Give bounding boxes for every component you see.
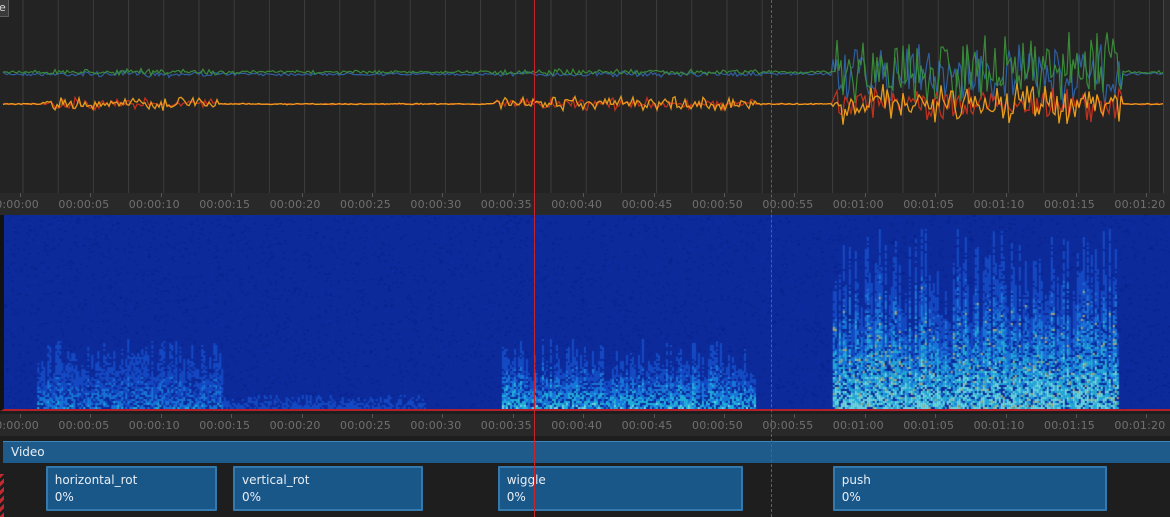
ruler-tick [372,414,373,418]
ruler-tick-label: 00:00:55 [762,419,814,432]
ruler-tick-label: 00:00:15 [199,419,251,432]
ruler-tick-label: 00:01:00 [832,198,884,211]
ruler-tick [935,414,937,418]
spectrogram-panel[interactable] [0,215,1170,411]
ruler-tick [90,414,92,418]
ruler-tick [583,193,585,197]
ruler-tick-label: 00:01:15 [1044,198,1096,211]
ruler-tick [301,193,303,197]
waveform-plot [2,0,1164,193]
audio-timeline-editor: e 00:00:0000:00:0500:00:1000:00:1500:00:… [0,0,1170,517]
ruler-tick [1146,414,1148,418]
ruler-tick-label: 00:00:00 [0,198,40,211]
ruler-tick-label: 00:00:15 [199,198,251,211]
ruler-tick [583,414,585,418]
ruler-tick [20,193,21,197]
ruler-tick-label: 00:01:10 [973,419,1025,432]
ruler-tick-label: 00:01:00 [832,419,884,432]
ruler-tick [724,193,725,197]
ruler-tick [301,414,303,418]
waveform-panel[interactable]: e [0,0,1170,193]
waveform-series [2,31,1164,111]
ruler-tick [160,193,162,197]
time-ruler-bottom[interactable]: 00:00:00 00:00:05 00:00:10 00:00:15 00:00:20… [0,414,1170,436]
clip-push[interactable]: push 0% [832,466,1108,511]
ruler-tick [1146,193,1148,197]
ruler-tick-label: 00:01:10 [973,198,1025,211]
ruler-tick-label: 00:00:50 [692,198,744,211]
ruler-tick-label: 00:00:35 [480,198,532,211]
ruler-tick [1005,414,1007,418]
ruler-tick-label: 00:00:30 [410,198,462,211]
ruler-tick-label: 00:00:05 [58,419,110,432]
ruler-tick [794,414,796,418]
ruler-tick [90,193,92,197]
ruler-tick [794,193,796,197]
clip-vertical-rot[interactable]: vertical_rot 0% [232,466,424,511]
ruler-tick [1076,193,1077,197]
ruler-tick-label: 00:00:50 [692,419,744,432]
ruler-tick-label: 00:00:20 [269,198,321,211]
ruler-tick [231,414,233,418]
ruler-tick-label: 00:00:25 [340,419,392,432]
locked-region-hatch [0,474,4,517]
ruler-tick-label: 00:01:05 [903,198,955,211]
spectrogram-image [4,215,1170,409]
ruler-tick-label: 00:01:15 [1044,419,1096,432]
waveform-series [2,87,1164,123]
ruler-tick [724,414,725,418]
ruler-tick [935,193,937,197]
ruler-tick-label: 00:00:30 [410,419,462,432]
ruler-tick [1076,414,1077,418]
clip-name: horizontal_rot [54,473,138,487]
clip-name: push [841,473,871,487]
ruler-tick [231,193,233,197]
clip-horizontal-rot[interactable]: horizontal_rot 0% [45,466,218,511]
ruler-tick-label: 00:00:10 [128,419,180,432]
ruler-tick-label: 00:00:45 [621,419,673,432]
clip-wiggle[interactable]: wiggle 0% [497,466,743,511]
ruler-tick [442,414,444,418]
ruler-tick [653,193,655,197]
video-track-label: Video [11,445,45,459]
ruler-tick-label: 00:00:00 [0,419,40,432]
ruler-tick-label: 00:00:55 [762,198,814,211]
ruler-tick-label: 00:00:40 [551,198,603,211]
clip-name: wiggle [506,473,546,487]
clip-name: vertical_rot [241,473,310,487]
ruler-tick [512,414,514,418]
video-track-header[interactable]: Video [3,441,1170,463]
time-ruler-top[interactable]: 00:00:00 00:00:05 00:00:10 00:00:15 00:00:20… [0,193,1170,215]
ruler-tick-label: 00:00:05 [58,198,110,211]
track-area: Video horizontal_rot 0% vertical_rot 0% … [0,436,1170,517]
clip-progress: 0% [841,490,861,504]
ruler-tick [160,414,162,418]
clip-progress: 0% [241,490,262,504]
ruler-tick [864,414,866,418]
panel-tab[interactable]: e [0,0,9,17]
ruler-tick [512,193,514,197]
ruler-tick-label: 00:00:35 [480,419,532,432]
ruler-tick-label: 00:01:05 [903,419,955,432]
ruler-tick [442,193,444,197]
ruler-tick [1005,193,1007,197]
ruler-tick-label: 00:01:20 [1114,198,1166,211]
ruler-tick [653,414,655,418]
ruler-tick-label: 00:00:10 [128,198,180,211]
ruler-tick [864,193,866,197]
ruler-tick-label: 00:00:40 [551,419,603,432]
ruler-tick-label: 00:00:20 [269,419,321,432]
ruler-tick-label: 00:01:20 [1114,419,1166,432]
ruler-tick-label: 00:00:45 [621,198,673,211]
ruler-tick [372,193,373,197]
clip-progress: 0% [506,490,526,504]
ruler-tick-label: 00:00:25 [340,198,392,211]
clip-progress: 0% [54,490,74,504]
ruler-tick [20,414,21,418]
scrollbar[interactable] [1163,0,1170,193]
